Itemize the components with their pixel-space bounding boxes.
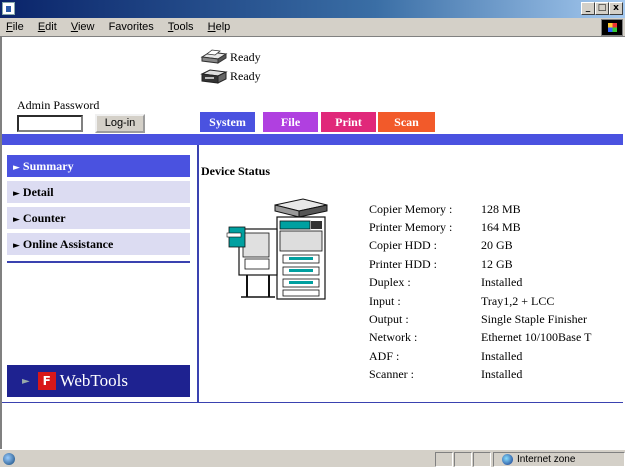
menu-tools[interactable]: Tools bbox=[162, 18, 199, 33]
table-row: ADF : Installed bbox=[369, 348, 523, 363]
footer-rule bbox=[2, 402, 623, 403]
printer-icon bbox=[200, 49, 228, 64]
table-row: Copier HDD :20 GB bbox=[369, 238, 513, 253]
printer-status-text: Ready bbox=[230, 49, 261, 64]
app-icon[interactable] bbox=[2, 2, 15, 15]
table-row: Duplex : Installed bbox=[369, 275, 523, 290]
login-button[interactable]: Log-in bbox=[95, 114, 145, 133]
table-row: Printer Memory :164 MB bbox=[369, 220, 521, 235]
menu-file[interactable]: File bbox=[0, 18, 29, 33]
webtools-link[interactable]: ► F WebTools bbox=[7, 365, 190, 397]
nav-rule bbox=[7, 261, 190, 263]
windows-logo-icon bbox=[601, 19, 623, 36]
menu-edit[interactable]: Edit bbox=[32, 18, 62, 33]
tab-system[interactable]: System bbox=[200, 112, 255, 132]
maximize-button[interactable]: □ bbox=[595, 2, 609, 15]
security-zone: Internet zone bbox=[493, 452, 625, 467]
printer-status: Ready bbox=[200, 49, 261, 65]
page-border bbox=[0, 37, 2, 449]
table-row: Input : Tray1,2 + LCC bbox=[369, 293, 555, 308]
content-divider bbox=[197, 145, 199, 402]
arrow-right-icon: ► bbox=[13, 163, 20, 173]
table-row: Network : Ethernet 10/100Base T bbox=[369, 330, 592, 345]
tab-print[interactable]: Print bbox=[321, 112, 376, 132]
table-row: Copier Memory :128 MB bbox=[369, 201, 521, 216]
fiery-logo-icon: F bbox=[37, 372, 56, 390]
nav-online-assistance[interactable]: ► Online Assistance bbox=[7, 233, 190, 255]
table-row: Output : Single Staple Finisher bbox=[369, 312, 587, 327]
copier-status-text: Ready bbox=[230, 68, 261, 83]
menu-help[interactable]: Help bbox=[202, 18, 236, 33]
page-icon bbox=[3, 453, 15, 465]
menu-view[interactable]: View bbox=[65, 18, 100, 33]
table-row: Scanner : Installed bbox=[369, 367, 523, 382]
table-row: Printer HDD :12 GB bbox=[369, 256, 513, 271]
arrow-right-icon: ► bbox=[13, 241, 20, 251]
window-titlebar[interactable]: _ □ x bbox=[0, 0, 625, 18]
copier-icon bbox=[200, 69, 228, 84]
copier-status: Ready bbox=[200, 68, 261, 84]
nav-counter[interactable]: ► Counter bbox=[7, 207, 190, 229]
close-button[interactable]: x bbox=[609, 2, 623, 15]
globe-icon bbox=[502, 454, 513, 465]
device-specs-table: Copier Memory :128 MB Printer Memory :16… bbox=[369, 200, 591, 384]
webtools-label: WebTools bbox=[59, 371, 128, 390]
statusbar-cell bbox=[454, 452, 472, 467]
tab-scan[interactable]: Scan bbox=[378, 112, 435, 132]
window-controls: _ □ x bbox=[581, 2, 623, 15]
copier-device-icon bbox=[226, 198, 328, 300]
statusbar-cell bbox=[435, 452, 453, 467]
admin-password-label: Admin Password bbox=[17, 98, 100, 112]
menubar: File Edit View Favorites Tools Help bbox=[0, 18, 625, 37]
page-title: Device Status bbox=[201, 164, 270, 178]
tab-file[interactable]: File bbox=[263, 112, 318, 132]
statusbar-cell bbox=[473, 452, 491, 467]
statusbar: Internet zone bbox=[0, 449, 625, 467]
admin-password-input[interactable] bbox=[17, 115, 83, 132]
arrow-right-icon: ► bbox=[13, 189, 20, 199]
menu-favorites[interactable]: Favorites bbox=[103, 18, 159, 33]
nav-detail[interactable]: ► Detail bbox=[7, 181, 190, 203]
header-rule bbox=[2, 134, 623, 145]
zone-label: Internet zone bbox=[517, 454, 576, 465]
arrow-right-icon: ► bbox=[22, 375, 30, 387]
minimize-button[interactable]: _ bbox=[581, 2, 595, 15]
nav-summary[interactable]: ► Summary bbox=[7, 155, 190, 177]
arrow-right-icon: ► bbox=[13, 215, 20, 225]
